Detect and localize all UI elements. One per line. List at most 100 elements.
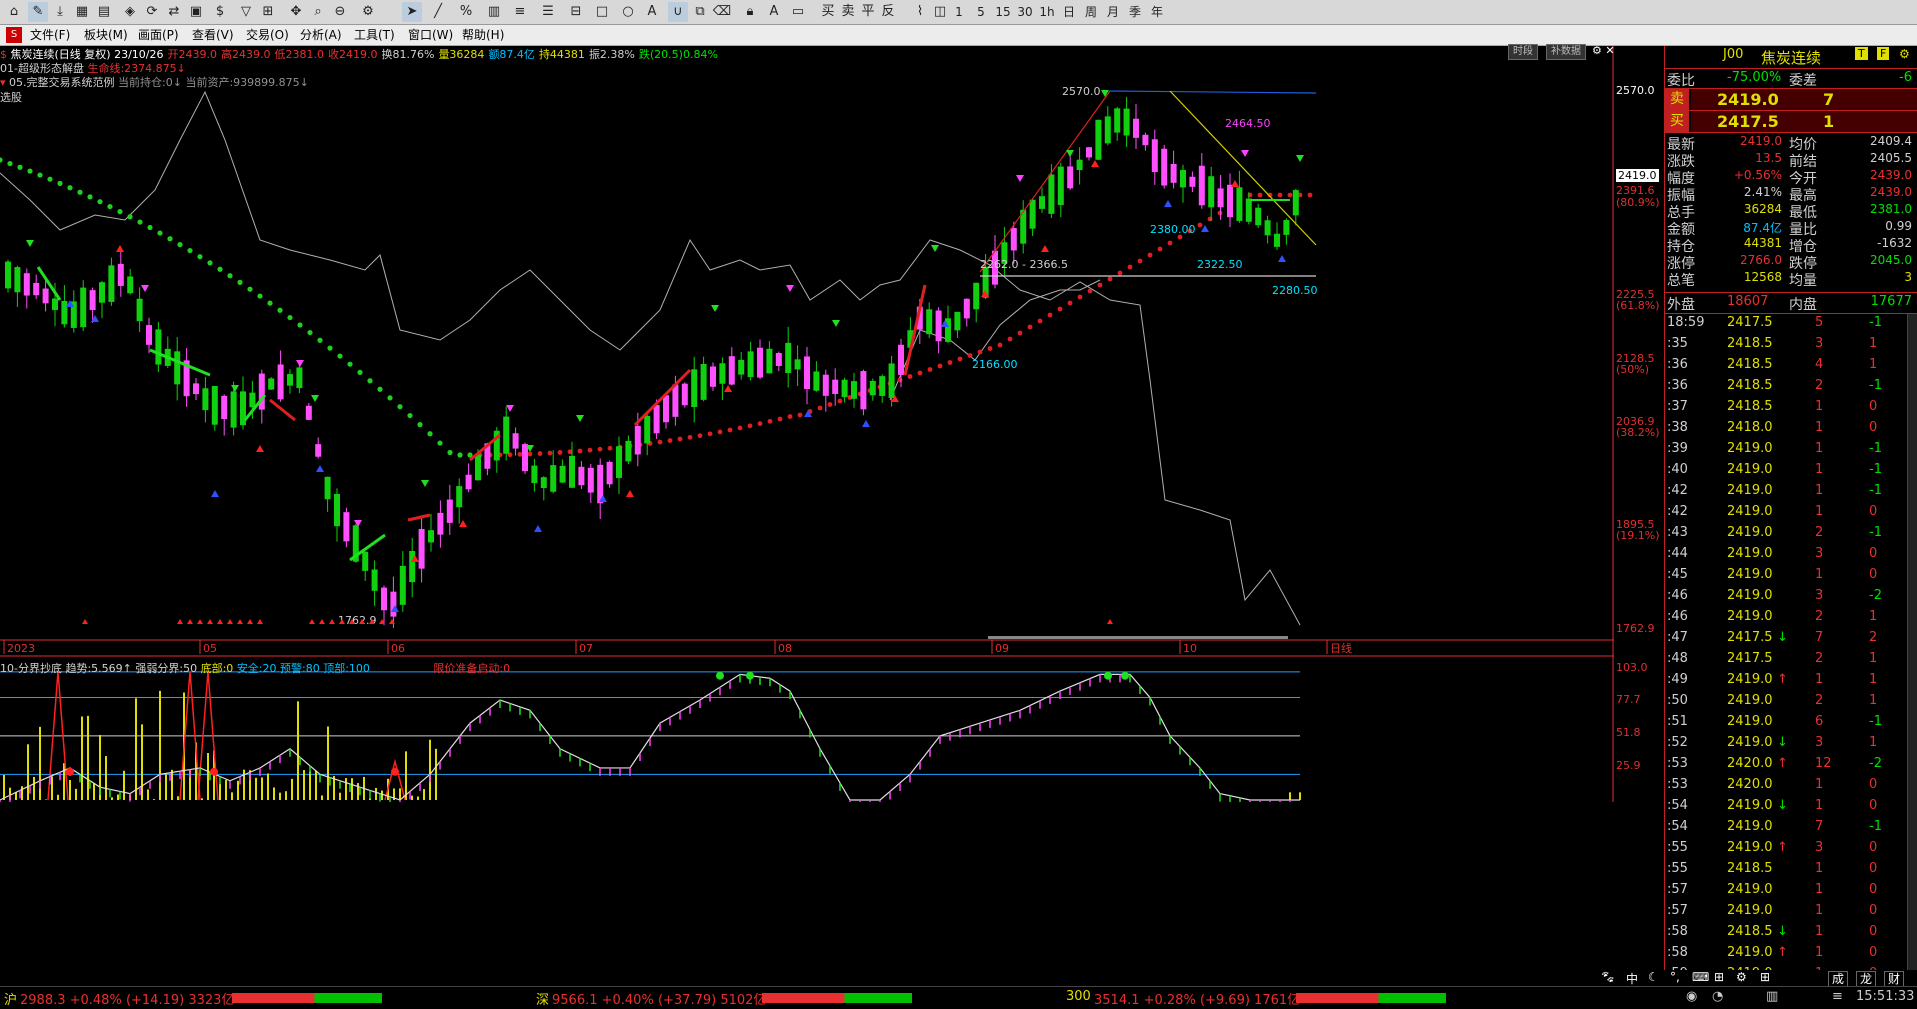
- paw-icon[interactable]: 🐾︎: [1600, 970, 1615, 984]
- tick-scrollbar[interactable]: [1907, 314, 1917, 986]
- magnet-icon[interactable]: ∪: [668, 2, 688, 22]
- parallel-icon[interactable]: ▥: [484, 2, 504, 22]
- line-icon[interactable]: ╱: [428, 2, 448, 22]
- menu-item-6[interactable]: 工具(T): [354, 26, 395, 44]
- color-icon[interactable]: A: [764, 2, 784, 22]
- bars-icon[interactable]: ≡: [510, 2, 530, 22]
- moon-icon[interactable]: ☾: [1648, 970, 1659, 984]
- document-icon[interactable]: ▣: [186, 2, 206, 22]
- dollar-icon[interactable]: $: [210, 2, 230, 22]
- menu-item-4[interactable]: 交易(O): [246, 26, 289, 44]
- tool-icon[interactable]: ⊞: [1714, 970, 1724, 984]
- signal-triangle-blue: [1201, 225, 1209, 232]
- download-icon[interactable]: ⤓: [50, 2, 70, 22]
- period-3[interactable]: 30: [1014, 2, 1036, 22]
- tick-row: :54 2419.0 7 -1: [1667, 819, 1882, 834]
- fib-icon[interactable]: ☰: [538, 2, 558, 22]
- window-controls-icon[interactable]: ⚙ ✕: [1592, 44, 1615, 57]
- crosshair-icon[interactable]: ✥: [286, 2, 306, 22]
- search-icon[interactable]: ⌕: [308, 2, 328, 22]
- candle-body: [390, 591, 397, 617]
- rect-icon[interactable]: □: [592, 2, 612, 22]
- menu-item-2[interactable]: 画面(P): [138, 26, 179, 44]
- order-close-icon[interactable]: 平: [858, 2, 878, 22]
- flag-f-icon[interactable]: F: [1877, 47, 1890, 60]
- tick-row: :40 2419.0 1 -1: [1667, 462, 1882, 477]
- bid-row[interactable]: 买 2417.5 1: [1665, 110, 1917, 133]
- layers-icon[interactable]: ▤: [94, 2, 114, 22]
- period-8[interactable]: 季: [1124, 2, 1146, 22]
- menu-item-1[interactable]: 板块(M): [84, 26, 128, 44]
- kline-chart-area[interactable]: 2023 05 06 07 08 09 10 日线 2570.0 2464.50 2380.00 22…: [0, 46, 1614, 802]
- refresh-icon[interactable]: ⟳: [142, 2, 162, 22]
- text-icon[interactable]: A: [642, 2, 662, 22]
- period-5[interactable]: 日: [1058, 2, 1080, 22]
- period-4[interactable]: 1h: [1036, 2, 1058, 22]
- save-icon[interactable]: ▭: [788, 2, 808, 22]
- flag-t-icon[interactable]: T: [1855, 47, 1868, 60]
- zoom-icon[interactable]: ⊖: [330, 2, 350, 22]
- wifi-icon[interactable]: ◉: [1686, 989, 1697, 1004]
- kline-chart-svg[interactable]: 2023 05 06 07 08 09 10 日线 2570.0 2464.50 2380.00 22…: [0, 46, 1614, 802]
- bell-icon[interactable]: ◔: [1712, 989, 1723, 1004]
- candle-body: [1283, 220, 1290, 235]
- panel-tab-0[interactable]: 成: [1828, 971, 1849, 987]
- grid2-icon[interactable]: ⊞: [258, 2, 278, 22]
- panel-tab-2[interactable]: 财: [1884, 971, 1905, 987]
- grid3-icon[interactable]: ⊞: [1760, 970, 1770, 984]
- candle-body: [211, 386, 218, 425]
- skin-icon[interactable]: ⚙: [1736, 970, 1747, 984]
- signal-triangle-blue: [534, 525, 542, 532]
- punct-icon[interactable]: °,: [1670, 970, 1680, 984]
- keyboard-icon[interactable]: ⌨: [1692, 970, 1709, 984]
- stop-dot-green: [17, 164, 23, 170]
- percent-icon[interactable]: %: [456, 2, 476, 22]
- supplement-data-button[interactable]: 补数据: [1546, 44, 1586, 60]
- stop-dot-green: [37, 172, 43, 178]
- period-7[interactable]: 月: [1102, 2, 1124, 22]
- menu-item-0[interactable]: 文件(F): [30, 26, 70, 44]
- signal-triangle-blue: [1164, 200, 1172, 207]
- period-0[interactable]: 1: [948, 2, 970, 22]
- ask-row[interactable]: 卖 2419.0 7: [1665, 88, 1917, 111]
- cursor-icon[interactable]: ➤: [402, 2, 422, 22]
- gann-icon[interactable]: ⊟: [566, 2, 586, 22]
- menu-item-8[interactable]: 帮助(H): [462, 26, 504, 44]
- period-1[interactable]: 5: [970, 2, 992, 22]
- order-sell-icon[interactable]: 卖: [838, 2, 858, 22]
- time-axis-label: 2023: [7, 642, 35, 655]
- copy-icon[interactable]: ⧉: [690, 2, 710, 22]
- menu-item-7[interactable]: 窗口(W): [408, 26, 453, 44]
- panel-title: J00 焦炭连续 T F ⚙: [1665, 46, 1917, 68]
- chart-price-label: 2464.50: [1225, 117, 1271, 130]
- chart-icon[interactable]: ◫: [930, 2, 950, 22]
- order-cancel-icon[interactable]: 反: [878, 2, 898, 22]
- panel-tab-1[interactable]: 龙: [1856, 971, 1877, 987]
- menu-item-3[interactable]: 查看(V): [192, 26, 234, 44]
- period-6[interactable]: 周: [1080, 2, 1102, 22]
- order-buy-icon[interactable]: 买: [818, 2, 838, 22]
- info-icon[interactable]: ≡: [1832, 989, 1843, 1004]
- ime-icon[interactable]: 中: [1626, 970, 1638, 987]
- stop-dot-green: [287, 314, 293, 321]
- panel-settings-icon[interactable]: ⚙: [1899, 47, 1910, 61]
- lock-icon[interactable]: 🔒︎: [740, 2, 760, 22]
- menu-item-5[interactable]: 分析(A): [300, 26, 342, 44]
- star-icon[interactable]: ◈: [120, 2, 140, 22]
- eraser-icon[interactable]: ⌫: [712, 2, 732, 22]
- period-9[interactable]: 年: [1146, 2, 1168, 22]
- settings-icon[interactable]: ⚙: [358, 2, 378, 22]
- network-icon[interactable]: ▥: [1766, 989, 1778, 1004]
- kline-icon[interactable]: ⌇: [910, 2, 930, 22]
- circle-icon[interactable]: ○: [618, 2, 638, 22]
- arrow-icon[interactable]: ⇄: [164, 2, 184, 22]
- home-icon[interactable]: ⌂: [4, 2, 24, 22]
- timeshare-button[interactable]: 时段: [1508, 44, 1538, 60]
- period-2[interactable]: 15: [992, 2, 1014, 22]
- filter-icon[interactable]: ▽: [236, 2, 256, 22]
- pen-icon[interactable]: ✎: [28, 2, 48, 22]
- grid-icon[interactable]: ▦: [72, 2, 92, 22]
- signal-triangle-blue: [862, 420, 870, 427]
- dropdown-icon[interactable]: ▾: [0, 76, 6, 89]
- stop-dot-green: [457, 452, 463, 458]
